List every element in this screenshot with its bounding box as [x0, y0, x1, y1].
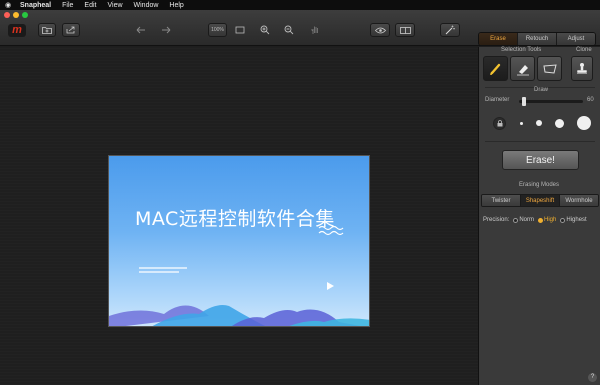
undo-button[interactable]: [134, 23, 148, 37]
brush-size-xlarge[interactable]: [576, 116, 591, 130]
image-canvas[interactable]: MAC远程控制软件合集: [0, 47, 478, 385]
preview-eye-icon: [374, 27, 386, 33]
compare-button[interactable]: [395, 23, 415, 37]
zoom-in-button[interactable]: [258, 23, 272, 37]
menu-view[interactable]: View: [107, 2, 122, 9]
diameter-label: Diameter: [485, 97, 510, 103]
precision-label: Precision:: [483, 217, 510, 223]
mode-tabs: Erase Retouch Adjust: [478, 32, 596, 46]
redo-icon: [162, 26, 171, 34]
brush-size-medium[interactable]: [535, 120, 542, 126]
actual-size-button[interactable]: 100%: [208, 23, 227, 37]
menu-snapheal[interactable]: Snapheal: [20, 2, 51, 9]
clone-label: Clone: [576, 47, 592, 53]
mode-shapeshift[interactable]: Shapeshift: [521, 195, 560, 206]
menu-edit[interactable]: Edit: [84, 2, 96, 9]
tab-retouch[interactable]: Retouch: [518, 33, 557, 45]
zoom-window-button[interactable]: [22, 12, 28, 18]
undo-icon: [136, 26, 145, 34]
fit-icon: [235, 26, 245, 34]
open-folder-button[interactable]: [38, 23, 56, 37]
erase-button[interactable]: Erase!: [502, 150, 579, 170]
lasso-tool-button[interactable]: [537, 56, 562, 81]
menu-help[interactable]: Help: [169, 2, 183, 9]
share-icon: [66, 26, 75, 34]
image-title-text: MAC远程控制软件合集: [135, 208, 335, 230]
help-button[interactable]: ?: [588, 373, 597, 382]
zoom-out-button[interactable]: [282, 23, 296, 37]
brush-tool-button[interactable]: [483, 56, 508, 81]
compare-icon: [399, 26, 411, 34]
menu-bar: ◉ Snapheal File Edit View Window Help: [0, 0, 600, 10]
eraser-tool-button[interactable]: [510, 56, 535, 81]
zoom-out-icon: [284, 25, 294, 35]
lasso-icon: [542, 63, 557, 74]
selection-tools-label: Selection Tools: [501, 47, 542, 53]
clone-stamp-button[interactable]: [571, 56, 593, 81]
brush-size-presets: [513, 115, 597, 131]
image-decoration: [109, 225, 369, 326]
preview-button[interactable]: [370, 23, 390, 37]
minimize-window-button[interactable]: [13, 12, 19, 18]
apple-icon[interactable]: ◉: [0, 1, 16, 9]
hand-icon: [311, 26, 318, 34]
mode-wormhole[interactable]: Wormhole: [560, 195, 598, 206]
menu-file[interactable]: File: [62, 2, 73, 9]
brush-icon: [489, 63, 500, 75]
toolbar: m 100% Erase Retouch Adjust: [0, 10, 600, 46]
redo-button[interactable]: [159, 23, 173, 37]
erase-panel: Selection Tools Clone Draw Diameter 60 E…: [478, 47, 600, 385]
draw-label: Draw: [534, 87, 549, 93]
precision-highest-radio[interactable]: [560, 217, 566, 223]
eraser-icon: [516, 64, 529, 75]
precision-highest-label[interactable]: Highest: [566, 217, 586, 223]
diameter-slider-knob[interactable]: [522, 97, 526, 106]
zoom-in-icon: [260, 25, 270, 35]
lock-icon: [497, 120, 502, 127]
precision-high-radio[interactable]: [538, 217, 544, 223]
precision-norm-label[interactable]: Norm: [519, 217, 534, 223]
tab-adjust[interactable]: Adjust: [557, 33, 595, 45]
erasing-modes-label: Erasing Modes: [519, 182, 560, 188]
diameter-value: 60: [587, 97, 594, 103]
hand-tool-button[interactable]: [308, 23, 322, 37]
erasing-modes: Twister Shapeshift Wormhole: [481, 194, 599, 207]
share-button[interactable]: [62, 23, 80, 37]
brush-size-small[interactable]: [519, 121, 523, 125]
magic-wand-icon: [445, 25, 455, 35]
precision-norm-radio[interactable]: [513, 217, 519, 223]
precision-high-label[interactable]: High: [544, 217, 556, 223]
menu-window[interactable]: Window: [134, 2, 159, 9]
fit-to-window-button[interactable]: [233, 23, 247, 37]
edited-image[interactable]: MAC远程控制软件合集: [108, 155, 370, 327]
clone-stamp-icon: [577, 63, 587, 74]
precision-options: Precision: Norm High Highest: [483, 217, 587, 223]
auto-fix-button[interactable]: [440, 23, 460, 37]
open-folder-icon: [42, 27, 52, 34]
tab-erase[interactable]: Erase: [479, 33, 518, 45]
diameter-slider[interactable]: [519, 97, 583, 106]
mode-twister[interactable]: Twister: [482, 195, 521, 206]
actual-size-icon: 100%: [211, 27, 224, 33]
window-controls: [4, 12, 28, 18]
app-logo: m: [8, 24, 26, 37]
close-window-button[interactable]: [4, 12, 10, 18]
lock-size-button[interactable]: [493, 117, 506, 130]
brush-size-large[interactable]: [554, 118, 564, 128]
